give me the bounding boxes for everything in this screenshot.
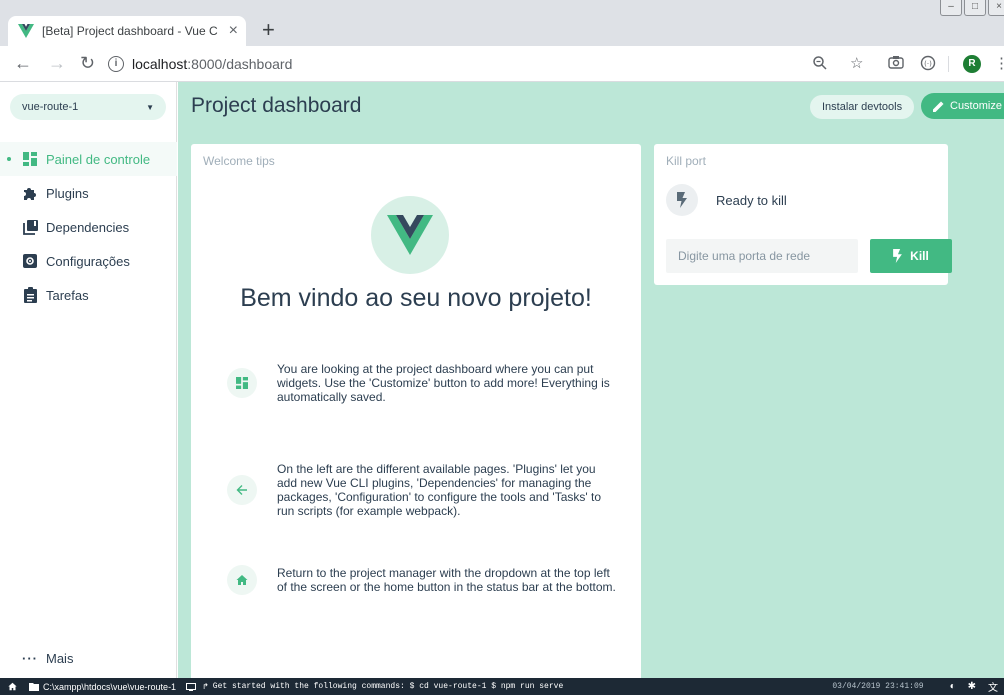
sidebar-item-label: Dependencies — [46, 219, 130, 235]
sidebar-item-label: Configurações — [46, 253, 130, 269]
tip-item: Return to the project manager with the d… — [227, 565, 627, 595]
active-indicator — [7, 157, 11, 161]
url-path: :8000/dashboard — [187, 56, 293, 72]
sidebar-item-label: Plugins — [46, 185, 89, 201]
assignment-icon — [22, 287, 38, 303]
browser-tab-strip: [Beta] Project dashboard - Vue C × + – □… — [0, 0, 1004, 46]
caret-down-icon: ▼ — [146, 102, 154, 112]
flash-icon — [893, 249, 903, 263]
close-window-icon[interactable]: × — [988, 0, 1004, 16]
project-name: vue-route-1 — [22, 101, 79, 113]
log-text: Get started with the following commands:… — [212, 682, 564, 691]
tip-text: You are looking at the project dashboard… — [277, 362, 610, 404]
tip-item: On the left are the different available … — [227, 462, 627, 518]
forward-icon[interactable]: → — [48, 53, 66, 73]
kill-port-widget: Kill port Ready to kill Kill — [654, 144, 952, 285]
folder-icon — [29, 682, 39, 691]
project-path-text: C:\xampp\htdocs\vue\vue-route-1 — [43, 681, 177, 692]
reload-icon[interactable]: ↻ — [80, 53, 95, 73]
translate-icon[interactable]: 文 — [988, 679, 998, 694]
dark-mode-icon[interactable]: ◐ — [950, 681, 956, 692]
kill-status: Ready to kill — [666, 184, 787, 216]
home-icon[interactable] — [8, 682, 17, 691]
new-tab-icon[interactable]: + — [262, 18, 275, 42]
url-host: localhost — [132, 56, 188, 72]
tip-text: Return to the project manager with the d… — [277, 566, 616, 594]
maximize-icon[interactable]: □ — [964, 0, 986, 16]
site-info-icon[interactable]: i — [108, 56, 124, 72]
port-input[interactable] — [666, 239, 858, 273]
dashboard-icon — [227, 368, 257, 398]
log-arrow-icon: ↱ — [202, 682, 209, 692]
sidebar-item-dependencies[interactable]: Dependencies — [0, 210, 177, 244]
svg-text:(·): (·) — [924, 60, 932, 68]
browser-tab[interactable]: [Beta] Project dashboard - Vue C × — [8, 16, 246, 46]
kill-button-label: Kill — [910, 249, 929, 263]
sidebar: vue-route-1 ▼ Painel de controle Plugins… — [0, 82, 177, 678]
customize-button[interactable]: Customize — [921, 93, 1004, 119]
console-icon — [186, 682, 197, 691]
sidebar-item-tasks[interactable]: Tarefas — [0, 278, 177, 312]
browser-menu-icon[interactable]: ⋮ — [994, 55, 1004, 73]
window-controls: – □ × — [938, 0, 1004, 16]
status-bar: C:\xampp\htdocs\vue\vue-route-1 ↱ Get st… — [0, 678, 1004, 695]
page-title: Project dashboard — [191, 94, 362, 117]
kill-button[interactable]: Kill — [870, 239, 952, 273]
zoom-icon[interactable] — [812, 55, 828, 76]
widget-title: Welcome tips — [203, 154, 275, 168]
sidebar-nav: Painel de controle Plugins Dependencies … — [0, 142, 177, 312]
puzzle-icon — [22, 185, 38, 201]
flash-icon — [666, 184, 698, 216]
install-devtools-button[interactable]: Instalar devtools — [810, 95, 915, 119]
camera-extension-icon[interactable] — [888, 55, 904, 74]
back-icon[interactable]: ← — [14, 53, 32, 73]
widget-title: Kill port — [666, 154, 707, 168]
sidebar-more-button[interactable]: ··· Mais — [22, 651, 73, 666]
bookmark-star-icon[interactable]: ☆ — [850, 55, 863, 73]
minimize-icon[interactable]: – — [940, 0, 962, 16]
sidebar-item-dashboard[interactable]: Painel de controle — [0, 142, 177, 176]
log-timestamp: 03/04/2019 23:41:09 — [832, 682, 924, 691]
toolbar-separator — [948, 56, 949, 72]
dashboard-icon — [22, 151, 38, 167]
vue-favicon-icon — [18, 24, 34, 38]
home-icon — [227, 565, 257, 595]
sidebar-item-plugins[interactable]: Plugins — [0, 176, 177, 210]
status-bar-right: 03/04/2019 23:41:09 ◐ ✱ 文 — [832, 678, 998, 695]
project-path[interactable]: C:\xampp\htdocs\vue\vue-route-1 — [29, 682, 176, 692]
project-selector[interactable]: vue-route-1 ▼ — [10, 94, 166, 120]
settings-icon — [22, 253, 38, 269]
console-log[interactable]: ↱ Get started with the following command… — [186, 682, 563, 692]
close-tab-icon[interactable]: × — [229, 23, 238, 39]
welcome-tips-widget: Welcome tips Bem vindo ao seu novo proje… — [191, 144, 641, 684]
sidebar-item-label: Painel de controle — [46, 151, 151, 167]
browser-toolbar: ← → ↻ i localhost:8000/dashboard ☆ (·) R… — [0, 46, 1004, 82]
welcome-heading: Bem vindo ao seu novo projeto! — [240, 284, 592, 312]
address-bar[interactable]: i localhost:8000/dashboard — [108, 50, 808, 78]
profile-avatar[interactable]: R — [963, 55, 981, 73]
vue-logo — [371, 196, 449, 274]
library-icon — [22, 219, 38, 235]
tip-item: You are looking at the project dashboard… — [227, 362, 627, 404]
tip-text: On the left are the different available … — [277, 462, 602, 518]
dashboard-content: Project dashboard Instalar devtools Cust… — [178, 82, 1004, 684]
kill-status-text: Ready to kill — [716, 192, 787, 208]
arrow-back-icon — [227, 475, 257, 505]
sidebar-item-label: Tarefas — [46, 287, 89, 303]
edit-icon — [933, 101, 944, 112]
more-label: Mais — [46, 651, 74, 666]
customize-label: Customize — [950, 100, 1002, 112]
more-horiz-icon: ··· — [22, 651, 38, 666]
extension-icon[interactable]: (·) — [920, 55, 936, 76]
sidebar-item-configuration[interactable]: Configurações — [0, 244, 177, 278]
tab-title: [Beta] Project dashboard - Vue C — [42, 24, 218, 38]
bug-report-icon[interactable]: ✱ — [968, 681, 976, 692]
